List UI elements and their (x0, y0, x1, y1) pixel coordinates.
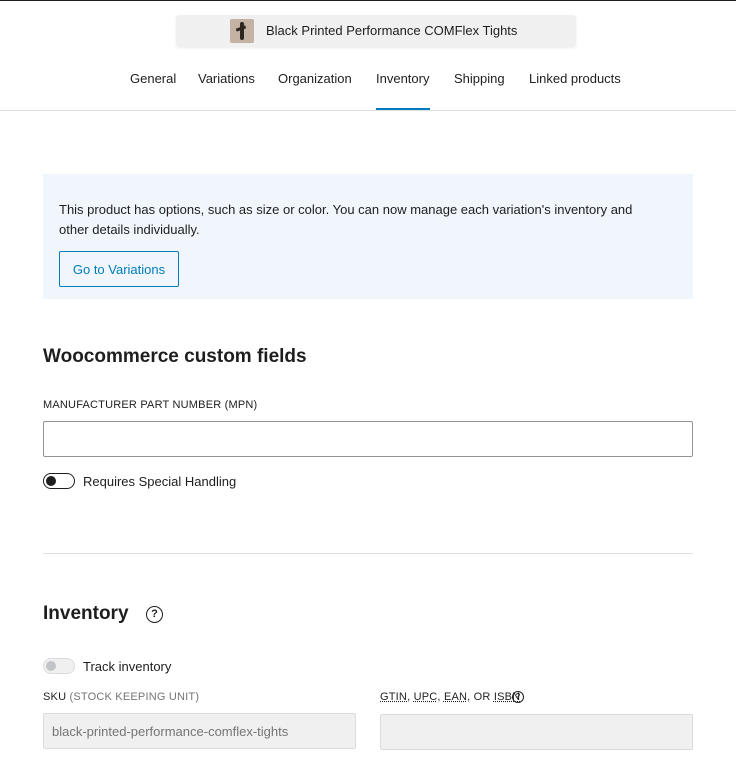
variations-notice: This product has options, such as size o… (43, 174, 693, 299)
tab-inventory[interactable]: Inventory (376, 71, 430, 110)
sku-label-sub: (STOCK KEEPING UNIT) (69, 691, 200, 703)
sku-label: SKU (STOCK KEEPING UNIT) (43, 691, 199, 703)
product-header: Black Printed Performance COMFlex Tights (176, 15, 576, 47)
tab-shipping[interactable]: Shipping (454, 71, 505, 109)
tab-variations[interactable]: Variations (198, 71, 255, 109)
gtin-label: GTIN, UPC, EAN, OR ISBN (380, 691, 521, 703)
sku-label-main: SKU (43, 691, 67, 703)
tab-general[interactable]: General (130, 71, 176, 109)
sku-input[interactable] (43, 713, 356, 749)
mpn-label: MANUFACTURER PART NUMBER (MPN) (43, 399, 258, 411)
ean-abbr: EAN (443, 691, 468, 703)
gtin-abbr: GTIN (380, 691, 408, 703)
custom-fields-title: Woocommerce custom fields (43, 346, 307, 367)
product-title: Black Printed Performance COMFlex Tights (266, 23, 518, 38)
toggle-knob (46, 476, 56, 486)
special-handling-toggle[interactable] (43, 473, 75, 489)
section-divider (43, 553, 693, 554)
mpn-input[interactable] (43, 421, 693, 457)
inventory-title: Inventory (43, 603, 129, 624)
track-inventory-toggle[interactable] (43, 658, 75, 674)
upc-abbr: UPC (413, 691, 438, 703)
tab-organization[interactable]: Organization (278, 71, 352, 109)
or-text: OR (473, 691, 491, 703)
notice-text: This product has options, such as size o… (59, 202, 633, 237)
product-thumbnail (230, 19, 254, 43)
inventory-help-icon[interactable]: ? (146, 606, 163, 623)
tab-linked-products[interactable]: Linked products (529, 71, 621, 109)
toggle-knob (46, 661, 56, 671)
gtin-help-icon[interactable]: ? (512, 691, 524, 703)
go-to-variations-button[interactable]: Go to Variations (59, 251, 179, 287)
gtin-input[interactable] (380, 714, 693, 750)
product-tabs: General Variations Organization Inventor… (0, 61, 736, 111)
track-inventory-label: Track inventory (83, 659, 172, 674)
special-handling-label: Requires Special Handling (83, 474, 237, 489)
